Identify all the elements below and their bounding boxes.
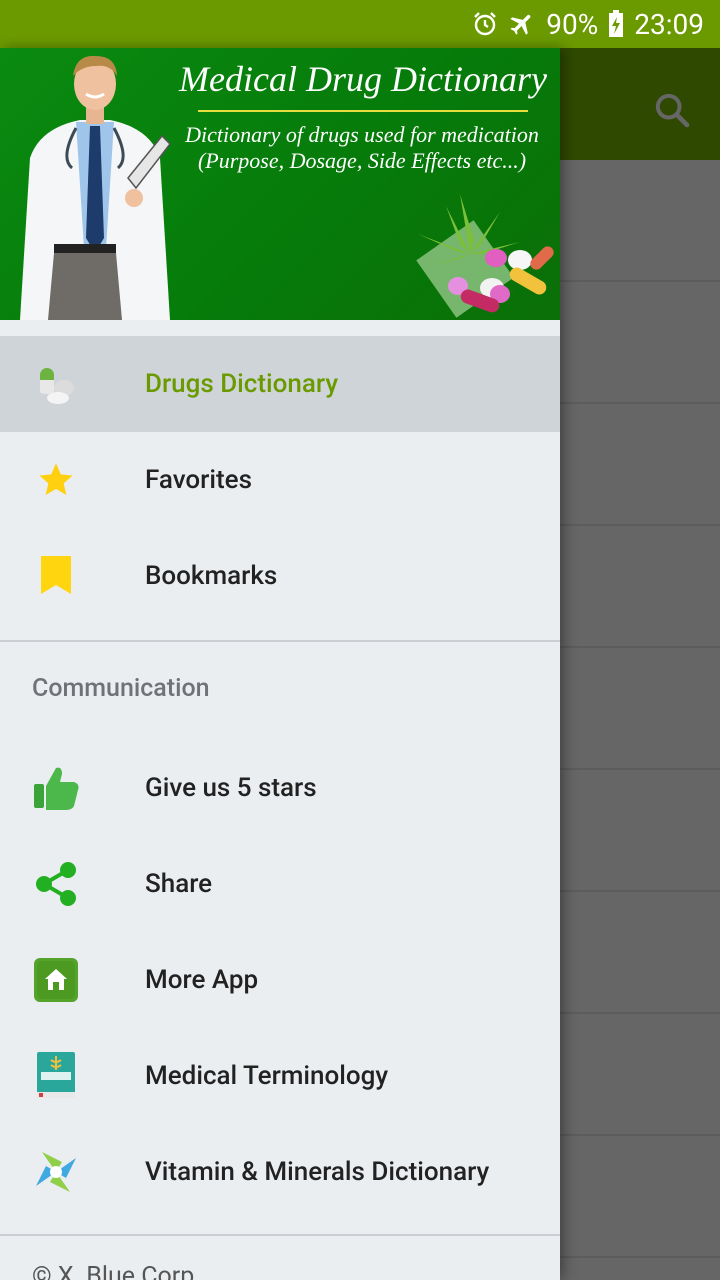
drawer-divider [0,1234,560,1236]
header-subtitle-2: (Purpose, Dosage, Side Effects etc...) [197,148,527,173]
airplane-icon [508,10,536,38]
drawer-item-label: More App [145,965,259,995]
drawer-item-drugs-dictionary[interactable]: Drugs Dictionary [0,336,560,432]
search-button[interactable] [646,84,698,136]
drawer-item-label: Give us 5 stars [145,773,317,803]
drawer-item-label: Vitamin & Minerals Dictionary [145,1157,490,1187]
drawer-item-label: Drugs Dictionary [145,369,339,399]
drawer-item-bookmarks[interactable]: Bookmarks [0,528,560,624]
clock-time: 23:09 [634,7,704,41]
header-subtitle-1: Dictionary of drugs used for medication [185,122,539,147]
drawer-divider [0,640,560,642]
drawer-header: Medical Drug Dictionary Dictionary of dr… [0,48,560,320]
bookmark-icon [30,550,82,602]
header-divider [198,110,528,112]
pills-illustration [416,194,554,318]
drawer-item-medical-terminology[interactable]: Medical Terminology [0,1028,560,1124]
battery-percent: 90% [546,7,599,41]
battery-charging-icon [608,10,624,38]
drawer-item-label: Favorites [145,465,252,495]
search-icon [655,93,690,128]
alarm-icon [472,11,498,37]
copyright-footer: © X. Blue Corp [32,1262,195,1280]
drawer-item-vitamin-minerals[interactable]: Vitamin & Minerals Dictionary [0,1124,560,1220]
section-header-communication: Communication [32,674,210,703]
share-icon [30,858,82,910]
doctor-image [20,55,171,320]
drawer-item-label: Bookmarks [145,561,278,591]
medical-book-icon [30,1050,82,1102]
drawer-item-rate[interactable]: Give us 5 stars [0,740,560,836]
navigation-drawer: Medical Drug Dictionary Dictionary of dr… [0,48,560,1280]
drawer-item-label: Medical Terminology [145,1061,389,1091]
thumbs-up-icon [30,762,82,814]
star-icon [30,454,82,506]
drawer-item-label: Share [145,869,213,899]
vitamin-icon [30,1146,82,1198]
pills-icon [30,358,82,410]
drawer-item-share[interactable]: Share [0,836,560,932]
header-title: Medical Drug Dictionary [179,59,547,99]
status-bar: 90% 23:09 [0,0,720,48]
drawer-item-more-app[interactable]: More App [0,932,560,1028]
home-icon [30,954,82,1006]
drawer-item-favorites[interactable]: Favorites [0,432,560,528]
